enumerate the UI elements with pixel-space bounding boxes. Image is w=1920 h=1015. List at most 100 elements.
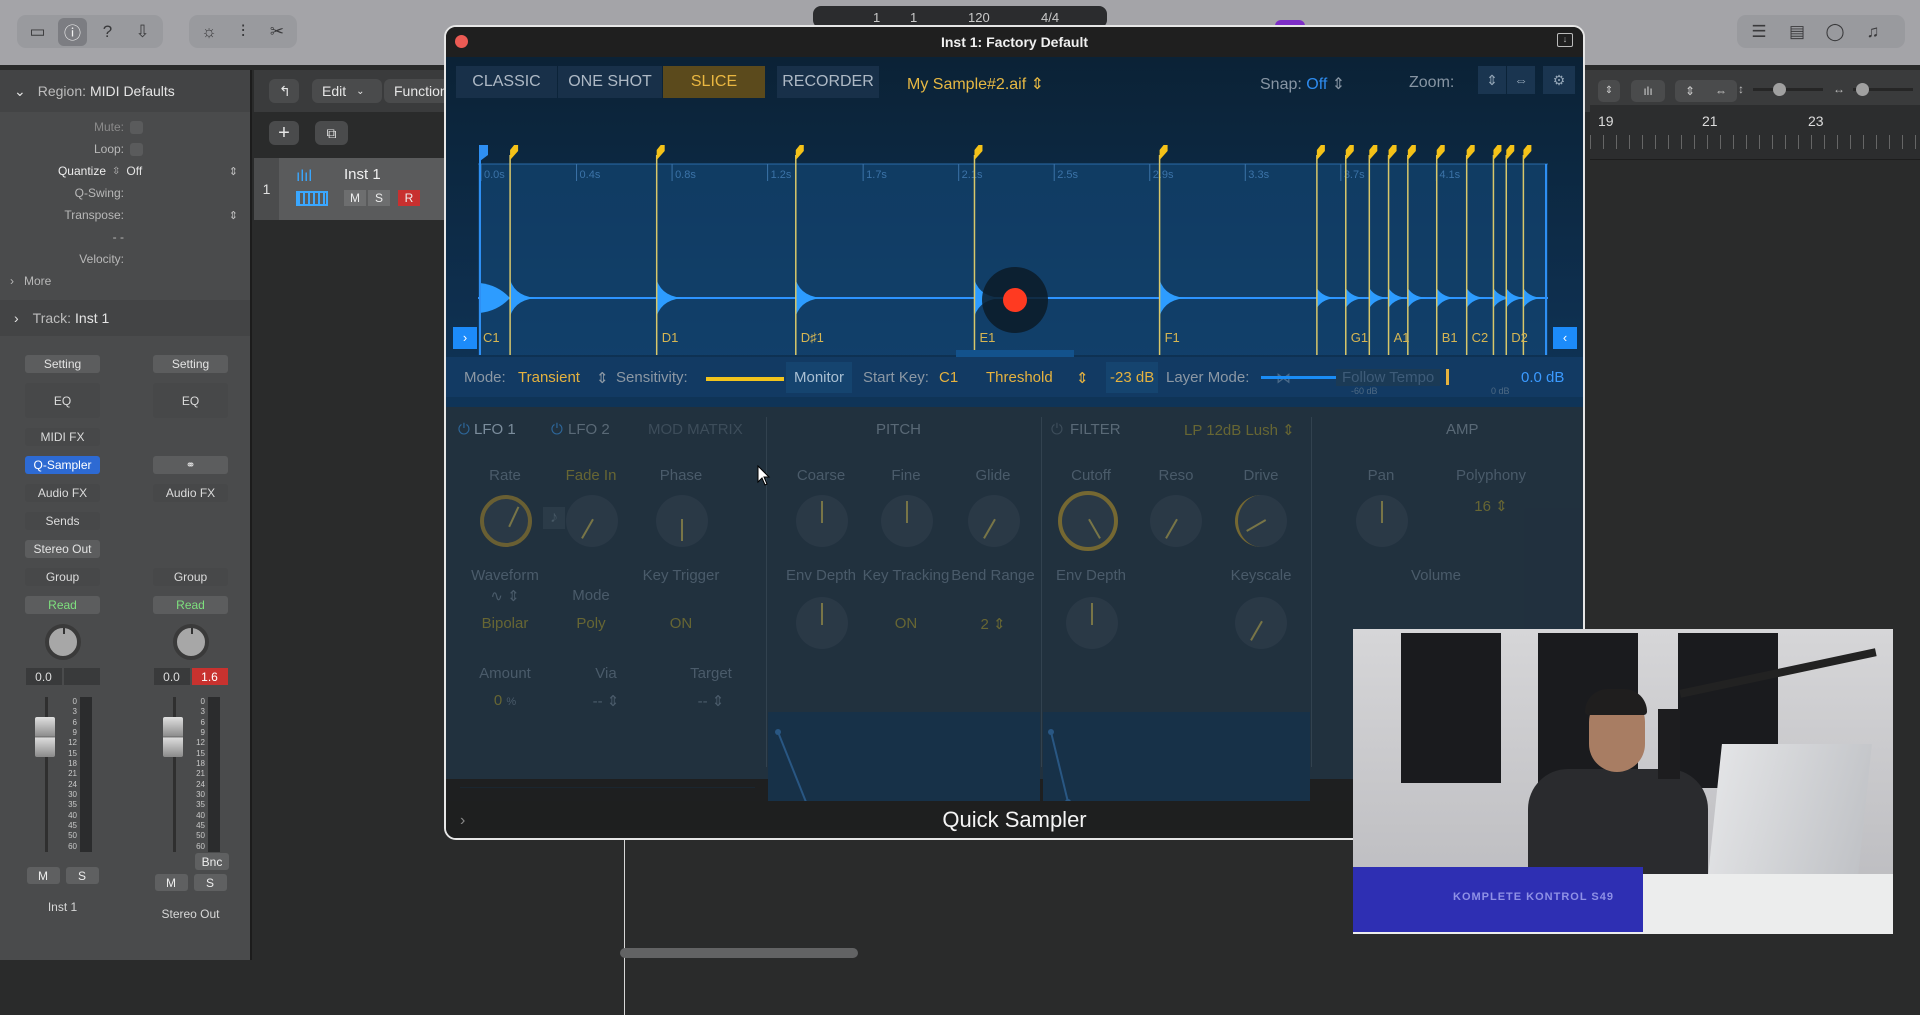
track-record-button[interactable]: R [398,190,420,206]
volume-fader[interactable]: 0 3 6 9 12 15 18 21 24 30 35 40 45 50 60 [5,697,120,857]
smart-controls-icon[interactable]: ☼ [195,18,223,46]
track-mute-button[interactable]: M [344,190,366,206]
record-mode-value[interactable]: Threshold [986,369,1053,386]
audio-fx-slot[interactable]: Audio FX [153,484,228,502]
tab-classic[interactable]: CLASSIC [456,66,557,98]
fade-in-knob[interactable] [566,495,618,547]
inspector-icon[interactable]: ⓘ [58,17,87,46]
bar-ruler[interactable]: 19 21 23 [1590,105,1920,160]
mute-checkbox[interactable] [130,120,143,134]
library-icon[interactable]: ▭ [23,18,52,46]
tab-mod-matrix[interactable]: MOD MATRIX [648,421,743,438]
power-icon[interactable]: ⏻ [458,421,470,438]
mute-button[interactable]: M [154,874,188,891]
key-tracking-value[interactable]: ON [861,615,951,632]
amount-value[interactable]: 0 % [460,692,550,709]
fit-horizontal-icon[interactable]: ⇔ [1715,84,1727,98]
sensitivity-slider[interactable] [706,377,784,381]
solo-button[interactable]: S [65,867,99,884]
glide-knob[interactable] [968,495,1020,547]
download-icon[interactable]: ⇩ [128,18,157,46]
horizontal-scrollbar[interactable] [620,948,858,958]
track-solo-button[interactable]: S [368,190,390,206]
audio-fx-slot[interactable]: Audio FX [25,484,100,502]
zoom-vertical-icon[interactable]: ⇕ [1478,66,1506,94]
track-header[interactable]: ılıl Inst 1 M S R [254,158,454,220]
volume-fader[interactable]: 0 3 6 9 12 15 18 21 24 30 35 40 45 50 60 [133,697,248,857]
quantize-value[interactable]: Off [126,164,142,178]
group-slot[interactable]: Group [153,568,228,586]
cutoff-knob[interactable] [1058,491,1118,551]
updown-icon[interactable]: ⇕ [596,369,609,387]
chevron-down-icon[interactable]: ⌄ [14,83,26,100]
drive-knob[interactable] [1235,495,1287,547]
link-icon[interactable]: ⚭ [153,456,228,474]
tab-lfo1[interactable]: LFO 1 [474,421,516,438]
loop-checkbox[interactable] [130,142,143,156]
slider-handle[interactable] [1773,83,1786,96]
more-row[interactable]: › More [0,270,250,292]
via-selector[interactable]: -- ⇕ [561,692,651,710]
chevron-right-icon[interactable]: › [460,812,465,830]
zoom-horizontal-icon[interactable]: ⇔ [1507,66,1535,94]
level-meter-handle[interactable] [1446,369,1449,385]
follow-tempo-button[interactable]: Follow Tempo [1336,369,1441,386]
power-icon[interactable]: ⏻ [1051,421,1063,438]
track-name[interactable]: Inst 1 [344,166,381,183]
filter-env-depth-knob[interactable] [1066,597,1118,649]
close-button[interactable] [455,35,468,48]
chevron-right-icon[interactable]: › [14,310,19,326]
slider-handle[interactable] [1856,83,1869,96]
horizontal-zoom-slider[interactable] [1853,83,1913,96]
list-editors-icon[interactable]: ☰ [1743,18,1775,46]
updown-icon[interactable]: ⇕ [229,209,238,222]
keyscale-knob[interactable] [1235,597,1287,649]
peak-readout[interactable]: 1.6 [191,668,228,685]
duplicate-track-button[interactable]: ⧉ [315,121,348,145]
sends-slot[interactable]: Sends [25,512,100,530]
mode-value[interactable]: Poly [546,615,636,632]
waveform-icon[interactable]: ∿ ⇕ [460,587,550,605]
volume-readout[interactable]: 0.0 [25,668,62,685]
quantize-updown-icon[interactable]: ⇳ [112,166,120,177]
eq-button[interactable]: EQ [153,383,228,418]
sample-file-selector[interactable]: My Sample#2.aif ⇕ [907,74,1044,94]
transpose-row[interactable]: Transpose: ⇕ [0,204,250,226]
waveform-value[interactable]: Bipolar [460,615,550,632]
bend-range-selector[interactable]: 2 ⇕ [948,615,1038,633]
mode-value[interactable]: Transient [518,369,580,386]
start-key-value[interactable]: C1 [939,369,958,386]
updown-icon[interactable]: ⇕ [1076,369,1089,387]
coarse-knob[interactable] [796,495,848,547]
editors-icon[interactable]: ✂ [263,18,291,46]
automation-mode[interactable]: Read [25,596,100,614]
level-readout[interactable]: 0.0 dB [1521,369,1564,386]
add-track-button[interactable]: + [269,121,299,145]
loop-browser-icon[interactable]: ◯ [1819,18,1851,46]
fader-handle[interactable] [35,717,55,757]
note-sync-icon[interactable]: ♪ [543,507,565,529]
group-slot[interactable]: Group [25,568,100,586]
target-selector[interactable]: -- ⇕ [666,692,756,710]
mute-button[interactable]: M [26,867,60,884]
amount-slider-track[interactable] [460,787,755,788]
fit-buttons[interactable]: ⇕ ⇔ [1675,80,1737,102]
automation-mode[interactable]: Read [153,596,228,614]
pan-knob[interactable] [1356,495,1408,547]
tab-recorder[interactable]: RECORDER [777,66,879,98]
fine-knob[interactable] [881,495,933,547]
quick-help-icon[interactable]: ? [93,18,122,46]
polyphony-selector[interactable]: 16 ⇕ [1446,497,1536,515]
instrument-slot[interactable]: Q-Sampler [25,456,100,474]
key-trigger-value[interactable]: ON [636,615,726,632]
monitor-button[interactable]: Monitor [786,362,853,393]
edit-menu[interactable]: Edit ⌄ [312,79,382,103]
region-header[interactable]: ⌄ Region: MIDI Defaults [0,70,250,112]
setting-button[interactable]: Setting [153,355,228,373]
pan-knob[interactable] [172,624,209,660]
rate-knob[interactable] [480,495,532,547]
tab-lfo2[interactable]: LFO 2 [568,421,610,438]
quantize-row[interactable]: Quantize ⇳ Off ⇕ [0,160,250,182]
solo-button[interactable]: S [193,874,227,891]
updown-icon[interactable]: ⇕ [1598,80,1620,102]
